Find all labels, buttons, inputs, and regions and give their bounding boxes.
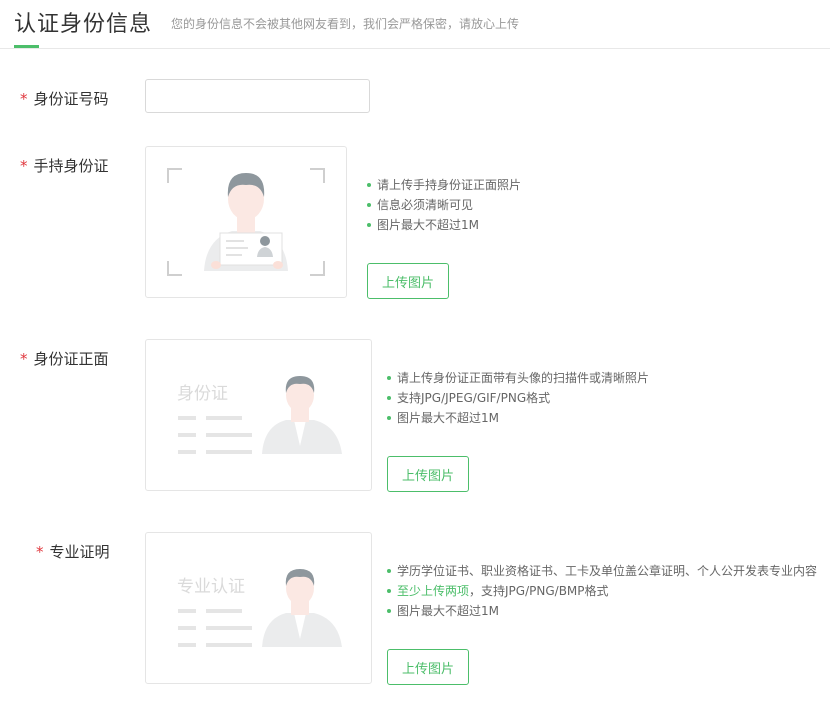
professional-proof-label-text: 专业证明	[49, 543, 110, 561]
id-number-label-text: 身份证号码	[33, 90, 109, 108]
tip-item: 学历学位证书、职业资格证书、工卡及单位盖公章证明、个人公开发表专业内容	[387, 561, 817, 581]
required-mark: *	[36, 543, 44, 561]
id-front-tips: 请上传身份证正面带有头像的扫描件或清晰照片 支持JPG/JPEG/GIF/PNG…	[387, 368, 649, 428]
title-underline	[14, 45, 39, 48]
tip-item: 至少上传两项，支持JPG/PNG/BMP格式	[387, 581, 817, 601]
id-front-upload-area[interactable]: 身份证	[145, 339, 372, 491]
required-mark: *	[20, 157, 28, 175]
id-card-placeholder-text: 身份证	[177, 384, 228, 404]
id-number-label: * 身份证号码	[20, 88, 109, 109]
handheld-id-upload-area[interactable]	[145, 146, 347, 298]
tip-item: 支持JPG/JPEG/GIF/PNG格式	[387, 388, 649, 408]
professional-proof-upload-area[interactable]: 专业认证	[145, 532, 372, 684]
required-mark: *	[20, 350, 28, 368]
handheld-id-tips: 请上传手持身份证正面照片 信息必须清晰可见 图片最大不超过1M	[367, 175, 521, 235]
id-front-label-text: 身份证正面	[33, 350, 109, 368]
professional-card-placeholder-text: 专业认证	[177, 577, 245, 597]
professional-proof-placeholder-illustration: 专业认证	[177, 569, 342, 647]
id-front-placeholder-illustration: 身份证	[177, 376, 342, 454]
professional-proof-label: * 专业证明	[36, 541, 110, 562]
page-subtitle: 您的身份信息不会被其他网友看到，我们会严格保密，请放心上传	[171, 17, 520, 31]
tip-item: 图片最大不超过1M	[387, 408, 649, 428]
tip-item: 图片最大不超过1M	[387, 601, 817, 621]
tip-item: 图片最大不超过1M	[367, 215, 521, 235]
tip-rest: ，支持JPG/PNG/BMP格式	[469, 584, 609, 598]
handheld-id-placeholder-illustration	[167, 168, 325, 276]
professional-proof-upload-button[interactable]: 上传图片	[387, 649, 469, 685]
tip-item: 请上传手持身份证正面照片	[367, 175, 521, 195]
tip-item: 请上传身份证正面带有头像的扫描件或清晰照片	[387, 368, 649, 388]
professional-proof-tips: 学历学位证书、职业资格证书、工卡及单位盖公章证明、个人公开发表专业内容 至少上传…	[387, 561, 817, 621]
page-header: 认证身份信息 您的身份信息不会被其他网友看到，我们会严格保密，请放心上传	[0, 0, 830, 49]
handheld-id-upload-button[interactable]: 上传图片	[367, 263, 449, 299]
id-number-input[interactable]	[145, 79, 370, 113]
tip-item: 信息必须清晰可见	[367, 195, 521, 215]
id-front-upload-button[interactable]: 上传图片	[387, 456, 469, 492]
required-mark: *	[20, 90, 28, 108]
id-front-label: * 身份证正面	[20, 348, 109, 369]
handheld-id-label: * 手持身份证	[20, 155, 109, 176]
page-title: 认证身份信息	[14, 12, 153, 37]
handheld-id-label-text: 手持身份证	[33, 157, 109, 175]
tip-highlight: 至少上传两项	[397, 584, 470, 598]
